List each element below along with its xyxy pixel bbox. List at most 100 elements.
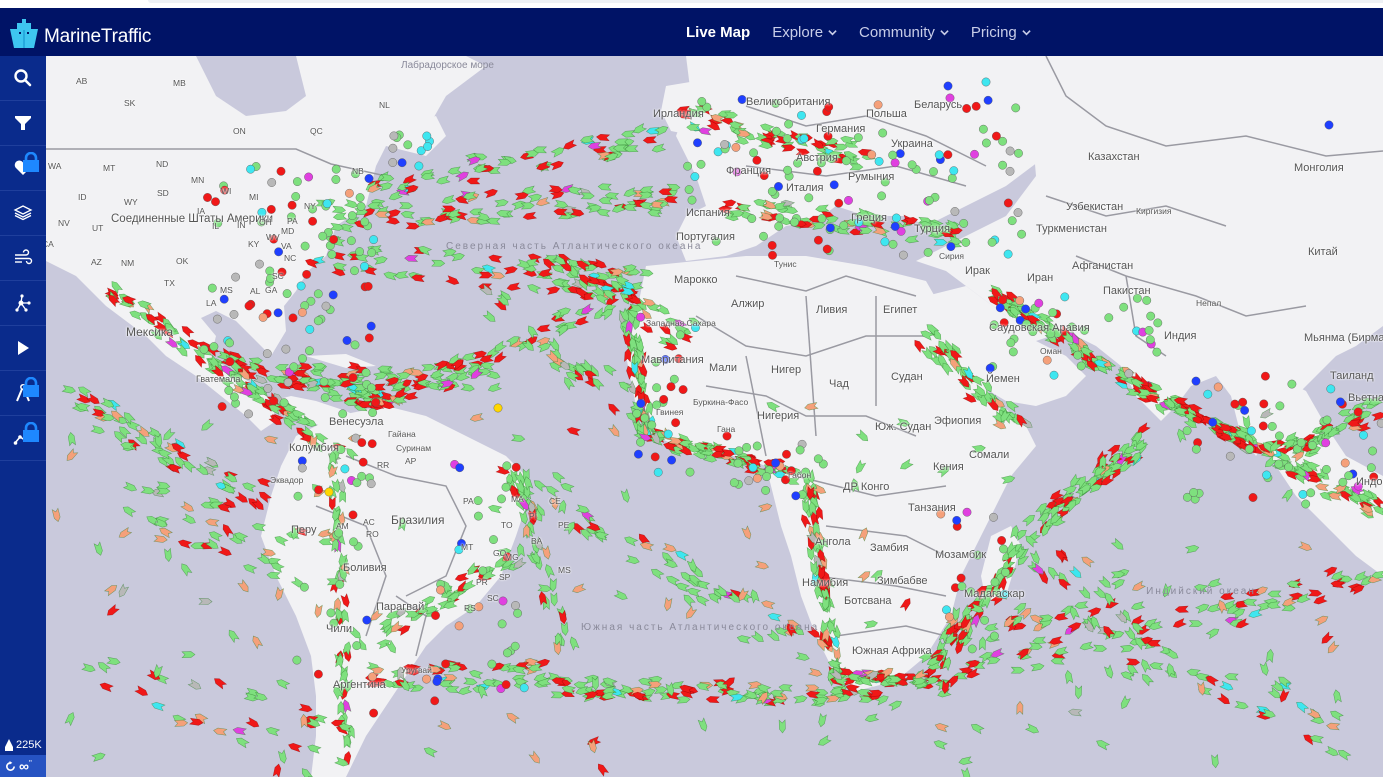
anchored-vessel-high_speed[interactable] xyxy=(493,403,503,413)
vessel-marker-cargo[interactable] xyxy=(1337,408,1353,417)
anchored-vessel-cargo[interactable] xyxy=(313,289,323,299)
vessel-marker-cargo[interactable] xyxy=(639,268,654,277)
anchored-vessel-unknown[interactable] xyxy=(1013,208,1023,218)
vessel-marker-cargo[interactable] xyxy=(550,146,565,158)
vessel-marker-cargo[interactable] xyxy=(460,383,475,392)
anchored-vessel-unknown[interactable] xyxy=(1225,451,1235,461)
anchored-vessel-cargo[interactable] xyxy=(684,185,694,195)
vessel-marker-cargo[interactable] xyxy=(602,363,617,377)
anchored-vessel-passenger[interactable] xyxy=(397,158,407,168)
anchored-vessel-cargo[interactable] xyxy=(298,354,307,363)
anchored-vessel-tanker[interactable] xyxy=(782,449,791,459)
anchored-vessel-unknown[interactable] xyxy=(229,309,239,319)
anchored-vessel-pleasure[interactable] xyxy=(890,158,900,168)
vessel-marker-fishing[interactable] xyxy=(314,603,323,619)
anchored-vessel-passenger[interactable] xyxy=(342,336,352,345)
vessel-marker-tanker[interactable] xyxy=(177,539,193,549)
anchored-vessel-tanker[interactable] xyxy=(313,669,323,679)
vessel-marker-tanker[interactable] xyxy=(642,136,658,144)
anchored-vessel-cargo[interactable] xyxy=(980,615,989,625)
anchored-vessel-tug_special[interactable] xyxy=(748,463,758,472)
anchored-vessel-cargo[interactable] xyxy=(839,220,849,230)
anchored-vessel-fishing[interactable] xyxy=(297,307,307,317)
anchored-vessel-unknown[interactable] xyxy=(263,383,273,393)
vessel-marker-cargo[interactable] xyxy=(815,204,830,213)
vessel-marker-cargo[interactable] xyxy=(970,722,985,735)
anchored-vessel-cargo[interactable] xyxy=(1011,103,1021,113)
vessel-marker-fishing[interactable] xyxy=(1297,541,1313,552)
vessel-marker-fishing[interactable] xyxy=(275,586,284,601)
anchored-vessel-cargo[interactable] xyxy=(487,659,497,669)
vessel-marker-tanker[interactable] xyxy=(180,324,195,338)
anchored-vessel-passenger[interactable] xyxy=(1191,376,1201,386)
anchored-vessel-cargo[interactable] xyxy=(1301,499,1311,509)
anchored-vessel-tanker[interactable] xyxy=(314,485,323,495)
anchored-vessel-unknown[interactable] xyxy=(511,601,520,610)
anchored-vessel-tanker[interactable] xyxy=(650,452,660,462)
vessel-marker-cargo[interactable] xyxy=(447,166,462,175)
vessel-marker-fishing[interactable] xyxy=(237,579,251,594)
anchored-vessel-unknown[interactable] xyxy=(267,178,277,187)
anchored-vessel-cargo[interactable] xyxy=(784,119,793,129)
anchored-vessel-cargo[interactable] xyxy=(350,266,359,276)
anchored-vessel-cargo[interactable] xyxy=(947,173,957,183)
anchored-vessel-cargo[interactable] xyxy=(367,383,376,393)
vessel-marker-tanker[interactable] xyxy=(574,315,590,326)
sidebar-my-fleets-button[interactable] xyxy=(0,146,46,191)
anchored-vessel-tug_special[interactable] xyxy=(949,166,959,176)
anchored-vessel-cargo[interactable] xyxy=(352,641,362,650)
anchored-vessel-tanker[interactable] xyxy=(767,240,777,250)
vessel-marker-cargo[interactable] xyxy=(783,205,799,215)
anchored-vessel-passenger[interactable] xyxy=(829,180,839,190)
vessel-marker-tanker[interactable] xyxy=(705,696,720,704)
anchored-vessel-fishing[interactable] xyxy=(422,674,431,684)
anchored-vessel-tanker[interactable] xyxy=(1258,421,1268,431)
vessel-marker-fishing[interactable] xyxy=(213,727,228,736)
anchored-vessel-tanker[interactable] xyxy=(962,104,971,113)
vessel-marker-cargo[interactable] xyxy=(318,538,333,546)
vessel-marker-cargo[interactable] xyxy=(1119,695,1131,710)
anchored-vessel-cargo[interactable] xyxy=(346,236,356,246)
vessel-marker-cargo[interactable] xyxy=(469,669,484,680)
anchored-vessel-tug_special[interactable] xyxy=(892,213,901,223)
anchored-vessel-tanker[interactable] xyxy=(943,150,953,160)
anchored-vessel-passenger[interactable] xyxy=(995,303,1005,313)
anchored-vessel-tanker[interactable] xyxy=(1238,397,1248,407)
vessel-marker-cargo[interactable] xyxy=(899,458,914,471)
vessel-marker-fishing[interactable] xyxy=(541,545,551,560)
anchored-vessel-tug_special[interactable] xyxy=(246,164,256,174)
vessel-marker-cargo[interactable] xyxy=(400,210,416,219)
vessel-marker-cargo[interactable] xyxy=(551,470,566,484)
anchored-vessel-tug_special[interactable] xyxy=(414,161,424,171)
vessel-marker-fishing[interactable] xyxy=(757,503,773,513)
vessel-marker-cargo[interactable] xyxy=(181,513,197,525)
vessel-marker-cargo[interactable] xyxy=(1010,666,1025,674)
anchored-vessel-pleasure[interactable] xyxy=(304,172,313,182)
vessel-marker-fishing[interactable] xyxy=(528,750,542,765)
vessel-marker-cargo[interactable] xyxy=(597,183,612,191)
vessel-marker-cargo[interactable] xyxy=(904,235,920,244)
anchored-vessel-cargo[interactable] xyxy=(361,368,371,378)
anchored-vessel-passenger[interactable] xyxy=(774,182,783,191)
vessel-marker-cargo[interactable] xyxy=(510,434,526,443)
anchored-vessel-passenger[interactable] xyxy=(985,363,995,373)
vessel-marker-tanker[interactable] xyxy=(1174,605,1189,613)
vessel-marker-cargo[interactable] xyxy=(1188,620,1203,628)
vessel-marker-cargo[interactable] xyxy=(266,571,281,580)
vessel-marker-tanker[interactable] xyxy=(549,160,564,171)
anchored-vessel-cargo[interactable] xyxy=(473,496,483,505)
anchored-vessel-passenger[interactable] xyxy=(791,491,801,501)
anchored-vessel-pleasure[interactable] xyxy=(962,507,972,517)
vessel-marker-cargo[interactable] xyxy=(345,446,359,461)
anchored-vessel-cargo[interactable] xyxy=(967,644,977,654)
anchored-vessel-cargo[interactable] xyxy=(636,437,645,447)
vessel-marker-tanker[interactable] xyxy=(86,393,101,406)
anchored-vessel-cargo[interactable] xyxy=(1189,488,1199,497)
vessel-marker-cargo[interactable] xyxy=(274,535,289,547)
vessel-marker-cargo[interactable] xyxy=(275,678,291,690)
sidebar-playback-button[interactable] xyxy=(0,326,46,371)
anchored-vessel-cargo[interactable] xyxy=(355,247,364,257)
vessel-marker-cargo[interactable] xyxy=(632,123,648,135)
anchored-vessel-tanker[interactable] xyxy=(666,382,676,392)
anchored-vessel-tanker[interactable] xyxy=(288,313,298,323)
